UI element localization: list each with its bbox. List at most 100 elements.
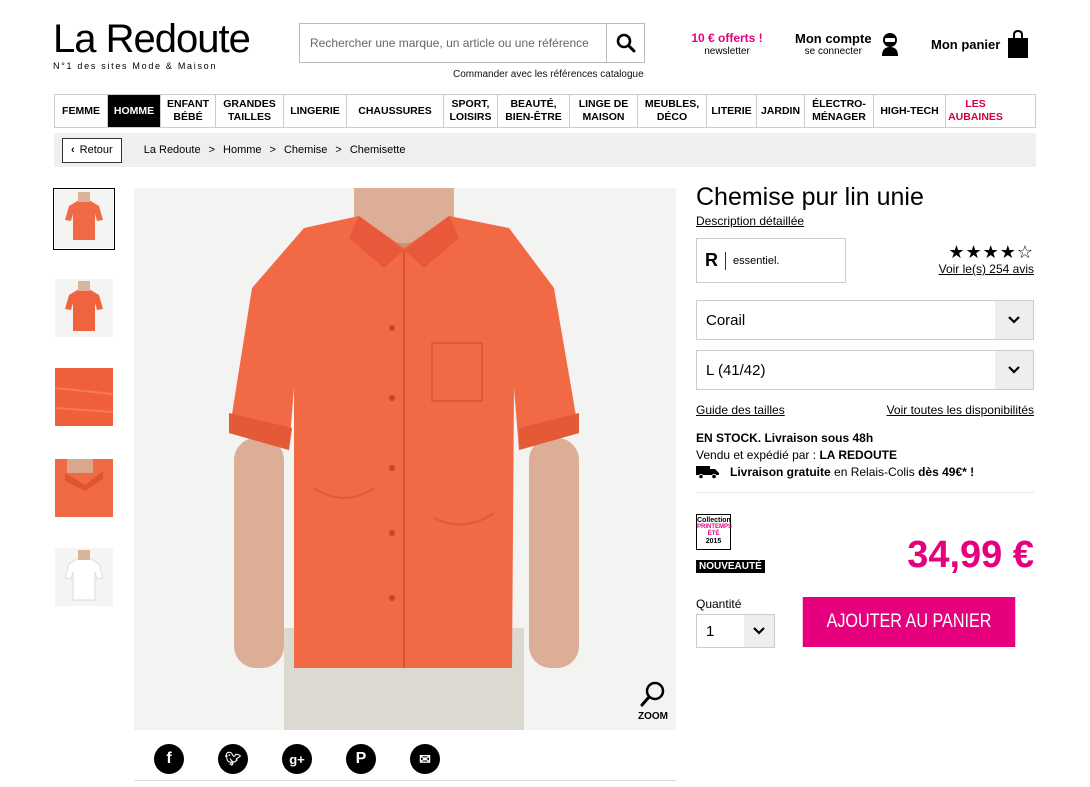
seller-name: LA REDOUTE [819,448,897,462]
breadcrumb-item[interactable]: La Redoute [144,144,201,156]
search-input[interactable] [300,24,606,62]
back-button[interactable]: ‹ Retour [62,137,122,163]
chevron-down-icon [744,615,774,647]
user-icon [881,33,898,56]
breadcrumb-separator: > [335,144,342,156]
offer-sub: newsletter [704,46,750,57]
collection-line-1: Collection [697,517,731,524]
detailed-description-link[interactable]: Description détaillée [696,214,804,228]
logo-tagline: N°1 des sites Mode & Maison [53,61,218,71]
pinterest-icon[interactable]: P [346,744,376,774]
size-select-value: L (41/42) [706,361,766,379]
color-select-value: Corail [706,311,746,329]
nav-item-beaute-bien-etre[interactable]: BEAUTÉ, BIEN-ÊTRE [498,95,570,127]
breadcrumb-item[interactable]: Chemise [284,144,327,156]
nav-item-femme[interactable]: FEMME [55,95,108,127]
new-badge: NOUVEAUTÉ [696,560,765,573]
search-box [299,23,645,63]
breadcrumb-separator: > [269,144,276,156]
nav-item-literie[interactable]: LITERIE [707,95,757,127]
email-icon[interactable]: ✉ [410,744,440,774]
star-rating-icon: ★★★★☆ [948,242,1034,262]
magnifier-icon [640,681,665,707]
nav-item-jardin[interactable]: JARDIN [757,95,805,127]
nav-item-linge-de-maison[interactable]: LINGE DE MAISON [570,95,638,127]
collection-line-2: PRINTEMPS [697,524,733,530]
size-links: Guide des tailles Voir toutes les dispon… [696,403,1034,417]
quantity-label: Quantité [696,597,742,611]
delivery-end: dès 49€* ! [918,465,975,479]
quantity-value: 1 [706,622,715,640]
nav-item-sport-loisirs[interactable]: SPORT, LOISIRS [444,95,498,127]
size-guide-link[interactable]: Guide des tailles [696,403,785,417]
google-plus-icon[interactable]: g+ [282,744,312,774]
seller-info: Vendu et expédié par : LA REDOUTE [696,448,897,462]
offer-title: 10 € offerts ! [691,31,763,45]
facebook-icon[interactable]: f [154,744,184,774]
nav-item-enfant-bebe[interactable]: ENFANT BÉBÉ [161,95,216,127]
product-thumbnail-fabric[interactable] [55,368,113,426]
nav-item-meubles-deco[interactable]: MEUBLES, DÉCO [638,95,707,127]
availability-link[interactable]: Voir toutes les disponibilités [887,403,1034,417]
cart-label: Mon panier [931,36,1001,52]
account-title: Mon compte [795,31,872,46]
product-main-image[interactable]: ZOOM [134,188,676,730]
nav-item-les-aubaines[interactable]: LES AUBAINES [946,95,1005,127]
product-thumbnail-back[interactable] [55,279,113,337]
breadcrumb-item[interactable]: Homme [223,144,262,156]
account-link[interactable]: Mon compte se connecter [795,31,900,57]
nav-item-homme[interactable]: HOMME [108,95,161,127]
color-select[interactable]: Corail [696,300,1034,340]
cart-link[interactable]: Mon panier [931,30,1030,58]
product-title: Chemise pur lin unie [696,183,924,211]
account-sub: se connecter [804,46,862,57]
product-price: 34,99 € [907,534,1034,576]
product-thumbnail-collar[interactable] [55,459,113,517]
brand-logo[interactable]: R essentiel. [696,238,846,283]
nav-item-high-tech[interactable]: HIGH-TECH [874,95,946,127]
divider [134,780,676,781]
twitter-icon[interactable]: 🐦︎ [218,744,248,774]
collection-line-4: 2015 [705,538,722,545]
back-label: Retour [79,144,113,156]
chevron-left-icon: ‹ [71,144,75,156]
product-rating: ★★★★☆ Voir le(s) 254 avis [934,242,1034,276]
catalogue-reference-link[interactable]: Commander avec les références catalogue [453,69,644,80]
search-icon [616,33,635,53]
collection-line-3: ÉTÉ [707,531,720,537]
brand-separator [725,251,726,270]
social-share: f 🐦︎ g+ P ✉ [154,744,440,774]
breadcrumb-separator: > [208,144,216,156]
nav-item-electromenager[interactable]: ÉLECTRO-MÉNAGER [805,95,874,127]
reviews-link[interactable]: Voir le(s) 254 avis [934,262,1034,276]
zoom-label: ZOOM [638,711,668,722]
divider [696,492,1034,493]
site-logo[interactable]: La Redoute N°1 des sites Mode & Maison [53,17,251,71]
truck-icon [696,466,719,479]
quantity-select[interactable]: 1 [696,614,775,648]
main-navigation: FEMME HOMME ENFANT BÉBÉ GRANDES TAILLES … [54,94,1036,128]
collection-badge: Collection PRINTEMPS ÉTÉ 2015 [696,514,733,550]
product-thumbnail-front[interactable] [53,188,115,250]
breadcrumb-item[interactable]: Chemisette [350,144,406,156]
chevron-down-icon [995,351,1033,389]
nav-item-grandes-tailles[interactable]: GRANDES TAILLES [216,95,284,127]
breadcrumb: La Redoute > Homme > Chemise > Chemisett… [144,144,406,156]
delivery-bold: Livraison gratuite [730,465,831,479]
stock-status: EN STOCK. Livraison sous 48h [696,431,874,445]
newsletter-offer[interactable]: 10 € offerts ! newsletter [682,31,772,57]
nav-item-lingerie[interactable]: LINGERIE [284,95,347,127]
search-button[interactable] [606,24,644,62]
chevron-down-icon [995,301,1033,339]
zoom-button[interactable]: ZOOM [638,680,668,722]
shopping-bag-icon [1008,30,1029,58]
delivery-info: Livraison gratuite en Relais-Colis dès 4… [696,465,974,479]
product-thumbnail-white-variant[interactable] [55,548,113,606]
nav-item-chaussures[interactable]: CHAUSSURES [347,95,444,127]
breadcrumb-bar: ‹ Retour La Redoute > Homme > Chemise > … [54,133,1036,167]
size-select[interactable]: L (41/42) [696,350,1034,390]
brand-mark: R [705,250,718,270]
product-photo [134,188,676,730]
logo-name: La Redoute [53,17,251,61]
add-to-cart-button[interactable]: AJOUTER AU PANIER [802,597,1016,647]
